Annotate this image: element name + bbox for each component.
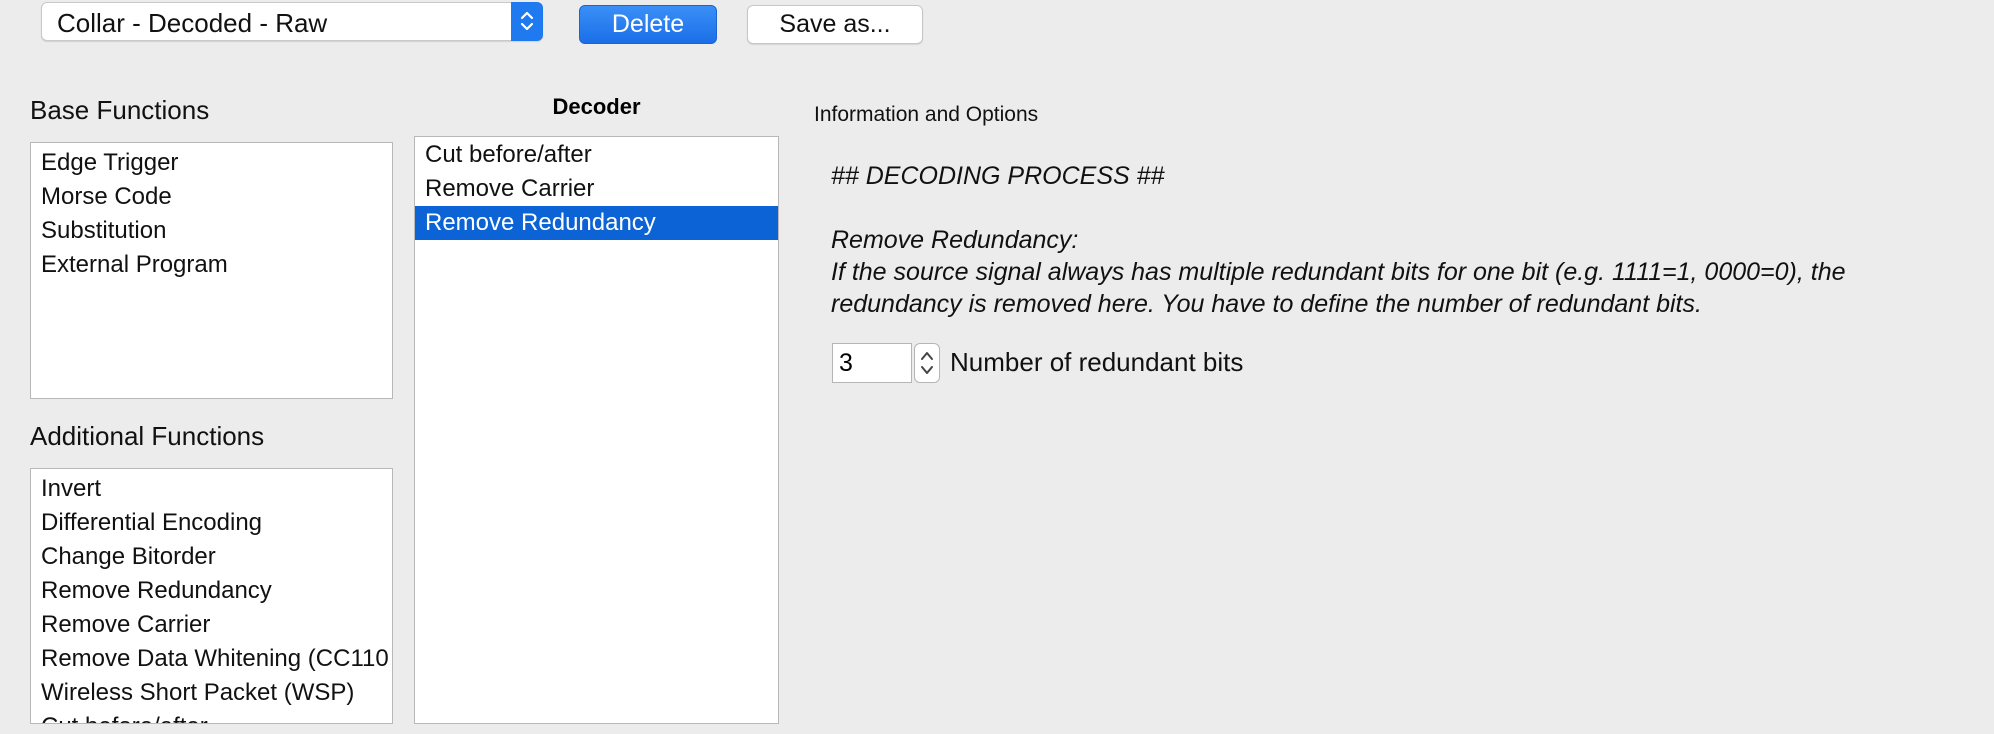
list-item[interactable]: Edge Trigger xyxy=(31,146,392,180)
preset-select[interactable]: Collar - Decoded - Raw xyxy=(41,2,543,41)
list-item[interactable]: Remove Redundancy xyxy=(31,574,392,608)
list-item[interactable]: Differential Encoding xyxy=(31,506,392,540)
info-subtitle: Remove Redundancy: xyxy=(831,226,1079,254)
redundant-bits-label: Number of redundant bits xyxy=(950,347,1244,377)
preset-select-value: Collar - Decoded - Raw xyxy=(57,8,328,38)
info-title: ## DECODING PROCESS ## xyxy=(831,162,1165,190)
stepper-arrows-icon xyxy=(921,352,933,374)
list-item-selected[interactable]: Remove Redundancy xyxy=(415,206,778,240)
additional-functions-list[interactable]: Invert Differential Encoding Change Bito… xyxy=(30,468,393,724)
redundant-bits-input[interactable]: 3 xyxy=(832,343,912,383)
list-item[interactable]: Remove Data Whitening (CC110 xyxy=(31,642,392,676)
base-functions-list[interactable]: Edge Trigger Morse Code Substitution Ext… xyxy=(30,142,393,399)
additional-functions-heading: Additional Functions xyxy=(30,421,265,451)
list-item[interactable]: Wireless Short Packet (WSP) xyxy=(31,676,392,710)
info-heading: Information and Options xyxy=(814,103,1039,126)
info-description-line-1: If the source signal always has multiple… xyxy=(831,258,1846,286)
list-item[interactable]: Change Bitorder xyxy=(31,540,392,574)
decoder-heading: Decoder xyxy=(552,94,641,119)
list-item[interactable]: Substitution xyxy=(31,214,392,248)
list-item[interactable]: Invert xyxy=(31,472,392,506)
decoder-list[interactable]: Cut before/after Remove Carrier Remove R… xyxy=(414,136,779,724)
list-item[interactable]: Cut before/after xyxy=(415,138,778,172)
list-item[interactable]: External Program xyxy=(31,248,392,282)
list-item[interactable]: Morse Code xyxy=(31,180,392,214)
delete-button[interactable]: Delete xyxy=(579,5,717,44)
list-item[interactable]: Remove Carrier xyxy=(31,608,392,642)
chevron-up-down-icon[interactable] xyxy=(511,2,543,41)
list-item[interactable]: Cut before/after xyxy=(31,710,392,723)
list-item[interactable]: Remove Carrier xyxy=(415,172,778,206)
save-as-button[interactable]: Save as... xyxy=(747,5,923,44)
redundant-bits-stepper[interactable] xyxy=(914,343,940,383)
base-functions-heading: Base Functions xyxy=(30,95,210,125)
info-description-line-2: redundancy is removed here. You have to … xyxy=(831,290,1702,318)
